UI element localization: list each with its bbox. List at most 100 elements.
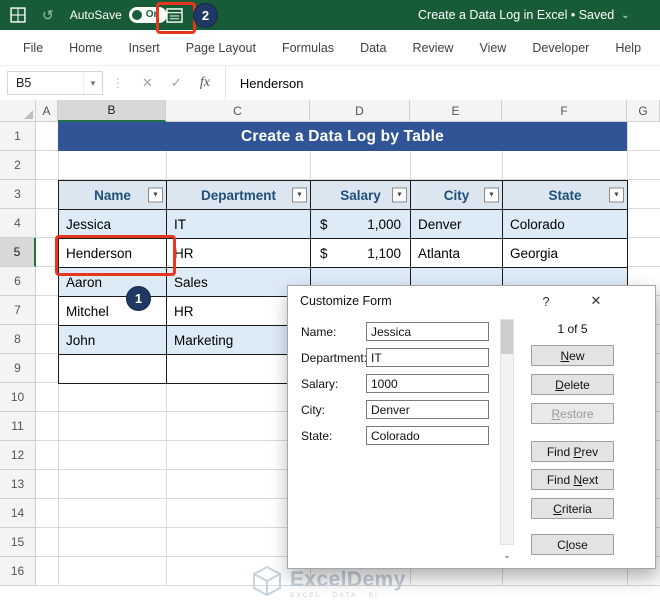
table-header-city[interactable]: City ▼ bbox=[411, 181, 503, 210]
scroll-down-icon[interactable]: ⌄ bbox=[500, 548, 514, 562]
enter-icon[interactable]: ✓ bbox=[171, 75, 182, 91]
titlebar: ↺ AutoSave On Create a Data Log in Excel… bbox=[0, 0, 660, 30]
excel-window: ↺ AutoSave On Create a Data Log in Excel… bbox=[0, 0, 660, 616]
row-header-15[interactable]: 15 bbox=[0, 528, 36, 557]
column-header-a[interactable]: A bbox=[36, 100, 58, 122]
row-header-7[interactable]: 7 bbox=[0, 296, 36, 325]
row-header-11[interactable]: 11 bbox=[0, 412, 36, 441]
row-header-13[interactable]: 13 bbox=[0, 470, 36, 499]
cell-c5[interactable]: HR bbox=[167, 239, 311, 268]
cell-d4[interactable]: $ 1,000 bbox=[311, 210, 411, 239]
watermark-tagline: EXCEL · DATA · BI bbox=[290, 592, 379, 600]
dialog-button-delete[interactable]: Delete bbox=[531, 374, 614, 395]
name-box-caret-icon[interactable]: ▼ bbox=[83, 72, 102, 94]
dialog-button-find-prev[interactable]: Find Prev bbox=[531, 441, 614, 462]
row-header-16[interactable]: 16 bbox=[0, 557, 36, 586]
tab-help[interactable]: Help bbox=[602, 30, 654, 65]
field-input-salary[interactable] bbox=[366, 374, 489, 393]
cell-f4[interactable]: Colorado bbox=[503, 210, 628, 239]
tab-insert[interactable]: Insert bbox=[116, 30, 173, 65]
cell-f5[interactable]: Georgia bbox=[503, 239, 628, 268]
tab-view[interactable]: View bbox=[466, 30, 519, 65]
row-header-3[interactable]: 3 bbox=[0, 180, 36, 209]
cell-b7[interactable]: Mitchel bbox=[59, 297, 167, 326]
row-header-6[interactable]: 6 bbox=[0, 267, 36, 296]
autosave-label: AutoSave bbox=[69, 8, 122, 22]
currency-symbol: $ bbox=[320, 245, 328, 261]
row-header-8[interactable]: 8 bbox=[0, 325, 36, 354]
field-label-department: Department: bbox=[301, 351, 368, 365]
name-box[interactable]: B5 ▼ bbox=[7, 71, 103, 95]
dialog-buttons: New Delete Restore Find Prev Find Next Criter… bbox=[531, 286, 614, 568]
currency-symbol: $ bbox=[320, 216, 328, 232]
row-header-5[interactable]: 5 bbox=[0, 238, 36, 267]
tab-review[interactable]: Review bbox=[399, 30, 466, 65]
dialog-button-criteria[interactable]: Criteria bbox=[531, 498, 614, 519]
filter-button[interactable]: ▼ bbox=[148, 187, 163, 203]
scrollbar-thumb[interactable] bbox=[501, 320, 513, 354]
dialog-button-close[interactable]: Close bbox=[531, 534, 614, 555]
row-header-9[interactable]: 9 bbox=[0, 354, 36, 383]
field-input-state[interactable] bbox=[366, 426, 489, 445]
filter-button[interactable]: ▼ bbox=[292, 187, 307, 203]
cell-d5[interactable]: $ 1,100 bbox=[311, 239, 411, 268]
cell-b8[interactable]: John bbox=[59, 326, 167, 355]
filter-arrow-icon: ▼ bbox=[152, 191, 159, 199]
dialog-button-restore[interactable]: Restore bbox=[531, 403, 614, 424]
field-input-name[interactable] bbox=[366, 322, 489, 341]
header-label: Salary bbox=[340, 187, 381, 203]
excel-app-icon[interactable] bbox=[10, 7, 26, 23]
column-header-f[interactable]: F bbox=[502, 100, 627, 122]
row-header-14[interactable]: 14 bbox=[0, 499, 36, 528]
tab-formulas[interactable]: Formulas bbox=[269, 30, 347, 65]
formula-bar: B5 ▼ ⋮ ✕ ✓ fx Henderson bbox=[0, 66, 660, 101]
filter-arrow-icon: ▼ bbox=[613, 191, 620, 199]
tab-home[interactable]: Home bbox=[56, 30, 115, 65]
field-label-state: State: bbox=[301, 429, 333, 443]
dialog-scrollbar[interactable] bbox=[500, 319, 514, 545]
annotation-highlight-form-button bbox=[156, 2, 196, 34]
filter-button[interactable]: ▼ bbox=[484, 187, 499, 203]
select-all-corner[interactable] bbox=[0, 100, 36, 122]
table-header-salary[interactable]: Salary ▼ bbox=[311, 181, 411, 210]
filter-arrow-icon: ▼ bbox=[488, 191, 495, 199]
table-header-department[interactable]: Department ▼ bbox=[167, 181, 311, 210]
filter-arrow-icon: ▼ bbox=[396, 191, 403, 199]
row-header-4[interactable]: 4 bbox=[0, 209, 36, 238]
cancel-icon[interactable]: ✕ bbox=[142, 75, 153, 91]
field-input-department[interactable] bbox=[366, 348, 489, 367]
filter-button[interactable]: ▼ bbox=[392, 187, 407, 203]
formula-bar-content[interactable]: Henderson bbox=[224, 66, 660, 100]
column-header-g[interactable]: G bbox=[627, 100, 660, 122]
tab-developer[interactable]: Developer bbox=[519, 30, 602, 65]
field-input-city[interactable] bbox=[366, 400, 489, 419]
dialog-button-new[interactable]: New bbox=[531, 345, 614, 366]
sheet-title-cell[interactable]: Create a Data Log by Table bbox=[58, 122, 627, 151]
row-header-1[interactable]: 1 bbox=[0, 122, 36, 151]
row-header-2[interactable]: 2 bbox=[0, 151, 36, 180]
tab-data[interactable]: Data bbox=[347, 30, 399, 65]
document-title[interactable]: Create a Data Log in Excel • Saved ⌄ bbox=[418, 0, 630, 30]
table-header-state[interactable]: State ▼ bbox=[503, 181, 628, 210]
column-header-e[interactable]: E bbox=[410, 100, 502, 122]
column-header-c[interactable]: C bbox=[166, 100, 310, 122]
dialog-button-find-next[interactable]: Find Next bbox=[531, 469, 614, 490]
row-header-12[interactable]: 12 bbox=[0, 441, 36, 470]
cell-e4[interactable]: Denver bbox=[411, 210, 503, 239]
tab-file[interactable]: File bbox=[10, 30, 56, 65]
exceldemy-logo-icon bbox=[252, 565, 282, 602]
cell-b9[interactable] bbox=[59, 355, 167, 384]
filter-button[interactable]: ▼ bbox=[609, 187, 624, 203]
ribbon-tabs: File Home Insert Page Layout Formulas Da… bbox=[0, 30, 660, 66]
table-header-name[interactable]: Name ▼ bbox=[59, 181, 167, 210]
cell-c4[interactable]: IT bbox=[167, 210, 311, 239]
insert-function-icon[interactable]: fx bbox=[200, 75, 210, 91]
watermark: ExcelDemy EXCEL · DATA · BI bbox=[252, 565, 406, 602]
tab-page-layout[interactable]: Page Layout bbox=[173, 30, 269, 65]
undo-icon[interactable]: ↺ bbox=[42, 7, 54, 24]
column-header-d[interactable]: D bbox=[310, 100, 410, 122]
cell-e5[interactable]: Atlanta bbox=[411, 239, 503, 268]
field-label-city: City: bbox=[301, 403, 325, 417]
column-header-b[interactable]: B bbox=[58, 100, 166, 122]
row-header-10[interactable]: 10 bbox=[0, 383, 36, 412]
